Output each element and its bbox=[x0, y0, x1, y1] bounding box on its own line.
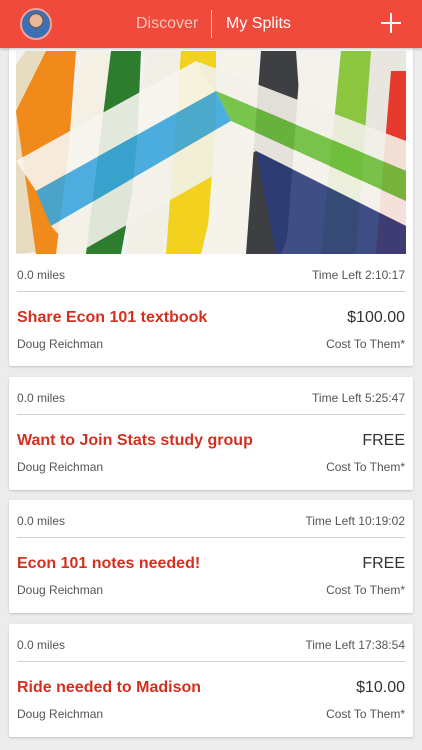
books-image bbox=[16, 51, 406, 254]
distance-text: 0.0 miles bbox=[17, 391, 66, 405]
cost-label: Cost To Them* bbox=[326, 707, 405, 721]
time-left-text: Time Left 10:19:02 bbox=[305, 514, 405, 528]
cost-label: Cost To Them* bbox=[326, 583, 405, 597]
distance-text: 0.0 miles bbox=[17, 514, 66, 528]
tab-my-splits[interactable]: My Splits bbox=[226, 15, 291, 33]
split-title[interactable]: Econ 101 notes needed! bbox=[17, 555, 200, 573]
owner-name: Doug Reichman bbox=[17, 583, 104, 597]
cost-label: Cost To Them* bbox=[326, 460, 405, 474]
card-divider bbox=[17, 661, 405, 662]
split-title[interactable]: Want to Join Stats study group bbox=[17, 432, 253, 450]
distance-text: 0.0 miles bbox=[17, 268, 66, 282]
split-price: $100.00 bbox=[347, 309, 405, 326]
split-card[interactable]: 0.0 miles Time Left 17:38:54 Ride needed… bbox=[9, 624, 413, 737]
split-title[interactable]: Share Econ 101 textbook bbox=[17, 309, 207, 327]
cost-label: Cost To Them* bbox=[326, 337, 405, 351]
distance-text: 0.0 miles bbox=[17, 638, 66, 652]
split-price: $10.00 bbox=[356, 679, 405, 696]
owner-name: Doug Reichman bbox=[17, 707, 104, 721]
time-left-text: Time Left 5:25:47 bbox=[312, 391, 405, 405]
card-divider bbox=[17, 414, 405, 415]
app-header: Discover My Splits bbox=[0, 0, 422, 48]
split-price: FREE bbox=[362, 555, 405, 572]
split-price: FREE bbox=[362, 432, 405, 449]
tab-divider bbox=[211, 10, 212, 38]
tab-bar: Discover My Splits bbox=[0, 0, 422, 48]
card-divider bbox=[17, 537, 405, 538]
split-card[interactable]: 0.0 miles Time Left 5:25:47 Want to Join… bbox=[9, 377, 413, 490]
owner-name: Doug Reichman bbox=[17, 460, 104, 474]
plus-icon[interactable] bbox=[381, 13, 401, 33]
split-title[interactable]: Ride needed to Madison bbox=[17, 679, 201, 697]
time-left-text: Time Left 2:10:17 bbox=[312, 268, 405, 282]
card-divider bbox=[17, 291, 405, 292]
split-card[interactable]: 0.0 miles Time Left 10:19:02 Econ 101 no… bbox=[9, 500, 413, 613]
owner-name: Doug Reichman bbox=[17, 337, 104, 351]
time-left-text: Time Left 17:38:54 bbox=[305, 638, 405, 652]
tab-discover[interactable]: Discover bbox=[136, 15, 198, 33]
books-illustration bbox=[16, 51, 406, 254]
split-card[interactable]: 0.0 miles Time Left 2:10:17 Share Econ 1… bbox=[9, 48, 413, 366]
